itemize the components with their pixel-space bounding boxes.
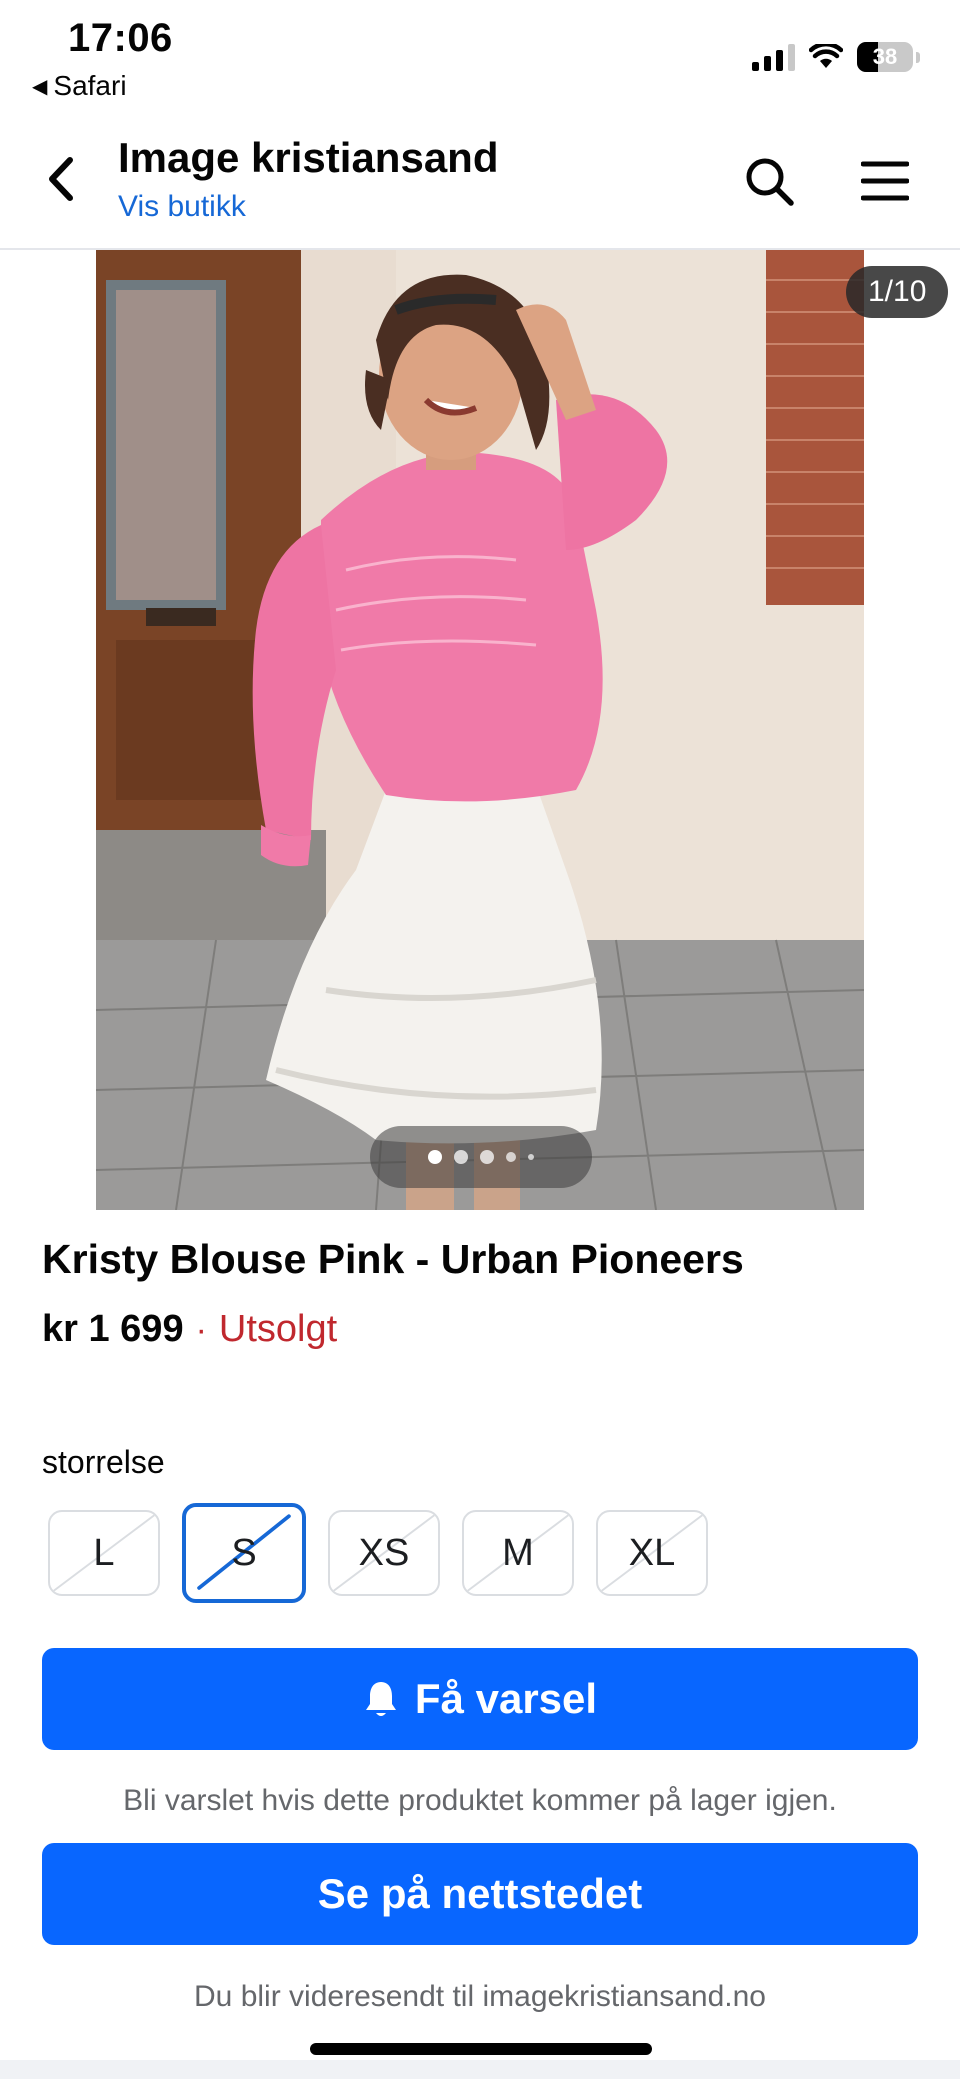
product-photo[interactable] — [96, 250, 864, 1210]
chevron-left-icon — [49, 157, 73, 201]
view-website-label: Se på nettstedet — [317, 1870, 643, 1917]
back-triangle-icon: ◀ — [32, 75, 48, 98]
status-icons: 38 — [752, 42, 920, 72]
size-option-label: L — [93, 1531, 115, 1574]
product-image-gallery[interactable]: 1/10 — [0, 250, 960, 1210]
price-separator: · — [195, 1311, 207, 1349]
gallery-pagination-dots[interactable] — [370, 1126, 592, 1188]
back-button[interactable] — [38, 154, 84, 204]
battery-level: 38 — [872, 44, 898, 69]
size-option-xs[interactable]: XS — [328, 1510, 440, 1596]
pagination-dot[interactable] — [506, 1152, 516, 1162]
pagination-dot[interactable] — [528, 1154, 534, 1160]
wifi-icon — [809, 44, 843, 68]
product-price: kr 1 699 — [42, 1308, 184, 1350]
cellular-signal-icon — [752, 43, 795, 71]
size-option-label: M — [502, 1531, 534, 1574]
size-option-label: S — [231, 1531, 257, 1574]
bottom-strip — [0, 2060, 960, 2079]
pagination-dot[interactable] — [454, 1150, 468, 1164]
page-header: Image kristiansand Vis butikk — [0, 110, 960, 250]
notify-button-label: Få varsel — [414, 1675, 598, 1722]
image-counter: 1/10 — [846, 266, 949, 318]
page-title: Image kristiansand — [118, 134, 499, 181]
size-option-m[interactable]: M — [462, 1510, 574, 1596]
size-selector: L S XS M XL — [48, 1503, 708, 1603]
home-indicator[interactable] — [310, 2043, 652, 2055]
bell-icon — [365, 1682, 396, 1716]
size-option-l[interactable]: L — [48, 1510, 160, 1596]
size-option-xl[interactable]: XL — [596, 1510, 708, 1596]
view-website-button[interactable]: Se på nettstedet — [42, 1843, 918, 1945]
size-option-label: XS — [358, 1531, 410, 1574]
redirect-note: Du blir videresendt til imagekristiansan… — [194, 1980, 766, 2013]
status-time: 17:06 — [68, 16, 173, 60]
hamburger-menu-icon — [861, 161, 909, 201]
size-option-s[interactable]: S — [182, 1503, 306, 1603]
notify-button[interactable]: Få varsel — [42, 1648, 918, 1750]
back-app-label: Safari — [53, 70, 127, 101]
pagination-dot[interactable] — [480, 1150, 494, 1164]
search-icon — [746, 158, 794, 206]
price-row: kr 1 699 · Utsolgt — [42, 1308, 337, 1351]
size-option-label: XL — [628, 1531, 676, 1574]
availability-status: Utsolgt — [218, 1308, 338, 1350]
size-label: storrelse — [42, 1444, 165, 1480]
back-to-app-link[interactable]: ◀ Safari — [32, 70, 127, 102]
status-bar: 17:06 ◀ Safari 38 — [0, 0, 960, 110]
pagination-dot-active[interactable] — [428, 1150, 442, 1164]
view-shop-link[interactable]: Vis butikk — [118, 190, 246, 224]
notify-note: Bli varslet hvis dette produktet kommer … — [123, 1784, 837, 1817]
search-button[interactable] — [740, 152, 800, 212]
menu-button[interactable] — [858, 156, 912, 206]
battery-icon: 38 — [857, 42, 913, 72]
product-title: Kristy Blouse Pink - Urban Pioneers — [42, 1236, 744, 1282]
